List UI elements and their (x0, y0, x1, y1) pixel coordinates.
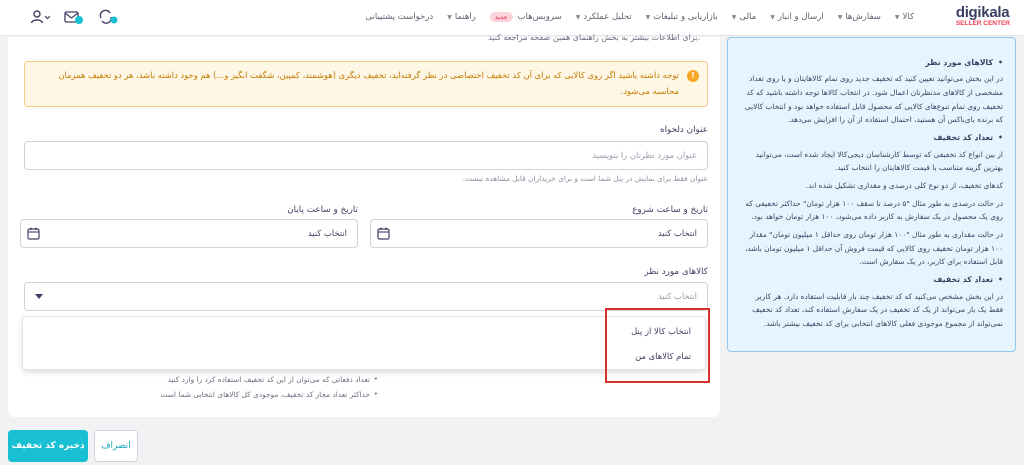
calendar-icon (27, 227, 40, 240)
help-paragraph: در حالت مقداری به طور مثال "۱۰۰ هزار توم… (745, 230, 1003, 267)
new-badge: جدید (489, 12, 513, 22)
top-navbar: digikala SELLER CENTER کالا ▼ سفارش‌ها ▼ ا… (0, 0, 1024, 36)
caret-down-icon (35, 294, 43, 299)
usage-hints: تعداد دفعاتی که می‌توان از این کد تخفیف … (160, 374, 378, 405)
start-date-label: تاریخ و ساعت شروع (632, 205, 708, 215)
end-date-value: انتخاب کنید (307, 228, 347, 238)
title-hint: عنوان فقط برای نمایش در پنل شما است و بر… (462, 174, 708, 183)
help-paragraph: در این بخش مشخص می‌کنید که کد تخفیف چند … (752, 291, 1003, 328)
help-panel: کالاهای مورد نظر در این بخش می‌توانید تع… (727, 37, 1016, 352)
nav-item-support[interactable]: درخواست پشتیبانی (365, 12, 433, 22)
top-icons (30, 9, 118, 25)
red-highlight-box (605, 308, 710, 383)
help-heading: تعداد کد تخفیف (742, 273, 1003, 288)
chevron-down-icon: ▼ (575, 13, 581, 21)
save-discount-button[interactable]: ذخیره کد تخفیف (8, 430, 88, 462)
nav-item-analytics[interactable]: تحلیل عملکرد ▼ (576, 12, 632, 22)
title-input[interactable]: عنوان مورد نظرتان را بنویسید (24, 141, 708, 170)
chevron-down-icon: ▼ (731, 13, 737, 21)
chevron-down-icon: ▼ (645, 13, 651, 21)
help-paragraph: در حالت درصدی به طور مثال "۵ درصد تا سقف… (745, 198, 1003, 222)
nav-item-orders[interactable]: سفارش‌ها ▼ (838, 12, 881, 22)
nav-item-guide[interactable]: راهنما ▼ (447, 12, 476, 22)
start-date-value: انتخاب کنید (657, 228, 697, 238)
main-nav: کالا ▼ سفارش‌ها ▼ ارسال و انبار ▼ مالی ▼ باز… (365, 12, 914, 22)
digikala-logo[interactable]: digikala SELLER CENTER (956, 4, 1010, 27)
top-cut-text: برای اطلاعات بیشتر به بخش راهنمای همین ص… (488, 33, 700, 42)
help-paragraph: از بین انواع کد تخفیفی که توسط کارشناسان… (755, 149, 1003, 173)
nav-item-marketing[interactable]: بازاریابی و تبلیغات ▼ (646, 12, 718, 22)
sync-icon[interactable] (98, 9, 118, 25)
alert-text: توجه داشته باشید اگر روی کالایی که برای … (58, 70, 679, 96)
end-date-picker[interactable]: انتخاب کنید (20, 219, 358, 248)
products-label: کالاهای مورد نظر (644, 267, 708, 277)
products-placeholder: انتخاب کنید (657, 291, 697, 301)
usage-hint-item: تعداد دفعاتی که می‌توان از این کد تخفیف … (167, 374, 378, 384)
logo-sub: SELLER CENTER (955, 20, 1010, 27)
help-paragraph: کدهای تخفیف، از دو نوع کلی درصدی و مقدار… (805, 180, 1003, 190)
chevron-down-icon: ▼ (837, 13, 843, 21)
end-date-label: تاریخ و ساعت پایان (287, 205, 358, 215)
cancel-button[interactable]: انصراف (94, 430, 138, 462)
start-date-picker[interactable]: انتخاب کنید (370, 219, 708, 248)
chevron-down-icon: ▼ (770, 13, 775, 21)
usage-hint-item: حداکثر تعداد مجاز کد تخفیف، موجودی کل کا… (160, 389, 378, 399)
logo-brand: digikala (955, 4, 1010, 21)
user-menu-icon[interactable] (30, 9, 51, 25)
discount-warning-alert: ! توجه داشته باشید اگر روی کالایی که برا… (24, 61, 708, 107)
nav-item-products[interactable]: کالا ▼ (895, 12, 914, 22)
products-select[interactable]: انتخاب کنید (24, 282, 708, 311)
chevron-down-icon: ▼ (447, 13, 452, 21)
products-dropdown-menu: انتخاب کالا از پنل تمام کالاهای من (22, 316, 706, 370)
calendar-icon (377, 227, 390, 240)
warning-icon: ! (687, 70, 699, 82)
title-label: عنوان دلخواه (659, 125, 708, 135)
nav-item-shipping[interactable]: ارسال و انبار ▼ (770, 12, 823, 22)
help-heading: تعداد کد تخفیف (742, 131, 1003, 146)
chevron-down-icon: ▼ (894, 13, 900, 21)
nav-item-finance[interactable]: مالی ▼ (732, 12, 756, 22)
help-paragraph: در این بخش می‌توانید تعیین کنید که تخفیف… (744, 74, 1003, 125)
messages-icon[interactable] (64, 9, 84, 25)
help-heading: کالاهای مورد نظر (742, 56, 1003, 71)
nav-item-servicehub[interactable]: سرویس‌هاب جدید (489, 12, 562, 22)
